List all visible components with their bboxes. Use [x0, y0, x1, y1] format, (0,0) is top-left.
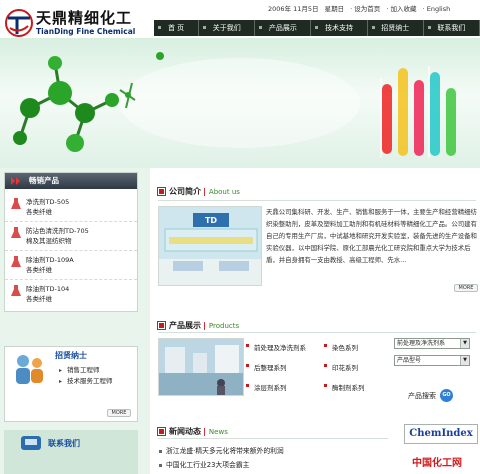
brand-name-en: TianDing Fine Chemical	[36, 27, 136, 36]
nav-home[interactable]: 首 页	[154, 20, 200, 36]
product-search-panel: 前处理及净洗剂系 ▼ 产品型号 ▼ 产品搜索 GO	[394, 338, 480, 402]
chevron-down-icon: ▼	[460, 356, 469, 365]
category-select-value: 前处理及净洗剂系	[397, 340, 446, 347]
lab-image	[159, 339, 243, 395]
product-name: 除油剂TD-109A	[26, 256, 74, 264]
category-select[interactable]: 前处理及净洗剂系 ▼	[394, 338, 470, 349]
set-homepage-link[interactable]: · 设为首页	[350, 5, 380, 13]
phone-icon	[21, 436, 41, 450]
product-desc: 各类纤维	[26, 266, 52, 274]
news-title-en: News	[208, 427, 228, 436]
category-link[interactable]: 前处理及净洗剂系	[246, 342, 306, 352]
product-categories: 前处理及净洗剂系 染色系列 后整理系列 印花系列 涂层剂系列 酶制剂系列	[246, 338, 394, 398]
list-item[interactable]: 除油剂TD-109A 各类纤维	[5, 251, 137, 280]
recruit-header: 招贤纳士	[5, 347, 137, 384]
divider	[158, 200, 476, 201]
category-link[interactable]: 染色系列	[324, 342, 358, 352]
contact-title: 联系我们	[48, 439, 80, 448]
company-photo: TD	[158, 206, 262, 286]
current-weekday: 星期日	[324, 5, 345, 13]
news-section-title: 新闻动态 | News	[157, 426, 228, 437]
flask-icon	[11, 198, 21, 209]
divider	[158, 332, 476, 333]
about-more-button[interactable]: MORE	[454, 284, 478, 292]
flask-icon	[11, 256, 21, 267]
products-title-en: Products	[208, 321, 240, 330]
contact-panel[interactable]: 联系我们	[4, 430, 138, 474]
product-search-row: 产品搜索 GO	[408, 389, 453, 402]
brand-name-cn: 天鼎精细化工	[36, 9, 133, 27]
molecule-illustration	[13, 52, 456, 158]
left-sidebar: 畅销产品 净洗剂TD-505 各类纤维 防沾色清洗剂TD-705 棉及其混纺织物 除…	[0, 168, 150, 474]
lab-photo	[158, 338, 244, 396]
product-desc: 各类纤维	[26, 208, 52, 216]
list-item[interactable]: 净洗剂TD-505 各类纤维	[5, 193, 137, 222]
recruit-title: 招贤纳士	[55, 351, 87, 360]
best-sellers-panel: 畅销产品 净洗剂TD-505 各类纤维 防沾色清洗剂TD-705 棉及其混纺织物 除…	[4, 172, 138, 312]
td-logo-icon	[5, 9, 33, 37]
section-bullet-icon	[157, 427, 166, 436]
best-sellers-header: 畅销产品	[5, 173, 137, 189]
recruit-item[interactable]: 销售工程师	[59, 365, 137, 376]
english-link[interactable]: · English	[423, 5, 451, 13]
list-item[interactable]: 除油剂TD-104 各类纤维	[5, 280, 137, 308]
chevron-down-icon: ▼	[460, 339, 469, 348]
list-item[interactable]: 防沾色清洗剂TD-705 棉及其混纺织物	[5, 222, 137, 251]
hero-banner	[0, 38, 480, 168]
section-bullet-icon	[157, 321, 166, 330]
product-search-label: 产品搜索	[408, 391, 436, 400]
recruit-more-button[interactable]: MORE	[107, 409, 131, 417]
main-nav: 首 页 关于我们 产品展示 技术支持 招贤纳士 联系我们	[154, 20, 480, 36]
best-sellers-title: 畅销产品	[29, 176, 59, 185]
news-item[interactable]: 浙江龙盛·精天多元化将带来额外的利润	[158, 444, 388, 458]
category-link[interactable]: 涂层剂系列	[246, 382, 287, 392]
products-section-title: 产品展示 | Products	[157, 320, 240, 331]
category-link[interactable]: 酶制剂系列	[324, 382, 365, 392]
recruit-people-icon	[16, 355, 43, 384]
products-title-cn: 产品展示	[169, 321, 201, 330]
chemindex-banner-link[interactable]: ChemIndex	[404, 424, 478, 444]
divider	[158, 438, 388, 439]
nav-contact[interactable]: 联系我们	[424, 20, 480, 36]
top-utility-bar: 2006年 11月5日 星期日 · 设为首页 · 加入收藏 · English	[268, 3, 480, 13]
news-item[interactable]: 中国化工行业23大项会霸主	[158, 458, 388, 472]
category-link[interactable]: 印花系列	[324, 362, 358, 372]
recruit-panel: 招贤纳士 销售工程师 技术服务工程师 MORE	[4, 346, 138, 422]
office-image: TD	[159, 207, 261, 285]
best-sellers-list: 净洗剂TD-505 各类纤维 防沾色清洗剂TD-705 棉及其混纺织物 除油剂TD-…	[5, 189, 137, 308]
recruit-item[interactable]: 技术服务工程师	[59, 376, 137, 387]
nav-tech-support[interactable]: 技术支持	[311, 20, 368, 36]
flask-icon	[11, 227, 21, 238]
product-name: 防沾色清洗剂TD-705	[26, 227, 89, 235]
office-sign: TD	[205, 216, 217, 225]
model-select[interactable]: 产品型号 ▼	[394, 355, 470, 366]
site-logo[interactable]: 天鼎精细化工 TianDing Fine Chemical	[4, 6, 154, 40]
add-favorite-link[interactable]: · 加入收藏	[386, 5, 416, 13]
about-section-title: 公司简介 | About us	[157, 186, 240, 197]
news-list: 浙江龙盛·精天多元化将带来额外的利润 中国化工行业23大项会霸主	[158, 444, 388, 472]
main-content: 公司简介 | About us TD 天鼎公司集科研、开发、生产、销售和服务于一…	[152, 168, 480, 474]
product-name: 净洗剂TD-505	[26, 198, 70, 206]
product-desc: 各类纤维	[26, 295, 52, 303]
section-bullet-icon	[157, 187, 166, 196]
current-date: 2006年 11月5日	[268, 5, 319, 13]
news-title-cn: 新闻动态	[169, 427, 201, 436]
flask-icon	[11, 285, 21, 296]
chemnet-banner-link[interactable]: 中国化工网	[412, 454, 462, 469]
about-description: 天鼎公司集科研、开发、生产、销售和服务于一体，主要生产和经营精细纺织染整助剂，皮…	[266, 208, 477, 264]
nav-recruit[interactable]: 招贤纳士	[368, 20, 424, 36]
category-link[interactable]: 后整理系列	[246, 362, 287, 372]
nav-products[interactable]: 产品展示	[255, 20, 312, 36]
model-select-value: 产品型号	[397, 357, 422, 364]
search-go-button[interactable]: GO	[440, 389, 453, 402]
product-name: 除油剂TD-104	[26, 285, 70, 293]
arrow-chevrons-icon	[11, 177, 20, 185]
about-title-cn: 公司简介	[169, 187, 201, 196]
nav-about[interactable]: 关于我们	[199, 20, 256, 36]
about-title-en: About us	[208, 187, 240, 196]
product-desc: 棉及其混纺织物	[26, 237, 72, 245]
